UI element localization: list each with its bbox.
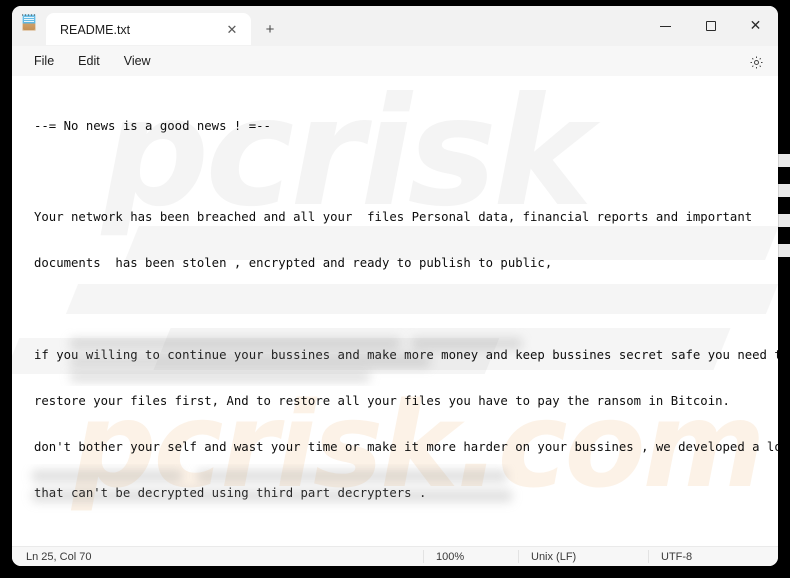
- document-text[interactable]: --= No news is a good news ! =-- Your ne…: [12, 76, 778, 546]
- text-editor-area[interactable]: pcrisk pcrisk.com --= No news is a good …: [12, 76, 778, 546]
- screenshot-root: README.txt ✕ + ✕ File Edit View pcrisk p…: [0, 0, 790, 578]
- doc-line: [34, 164, 768, 179]
- tab-readme[interactable]: README.txt ✕: [46, 13, 251, 46]
- status-zoom[interactable]: 100%: [423, 550, 518, 563]
- maximize-button[interactable]: [688, 6, 733, 46]
- close-window-button[interactable]: ✕: [733, 6, 778, 46]
- menu-file[interactable]: File: [22, 50, 66, 72]
- doc-line: [34, 302, 768, 317]
- status-bar: Ln 25, Col 70 100% Unix (LF) UTF-8: [12, 546, 778, 566]
- status-cursor-position: Ln 25, Col 70: [26, 550, 92, 563]
- new-tab-button[interactable]: +: [253, 13, 287, 46]
- doc-line: Your network has been breached and all y…: [34, 210, 753, 225]
- notepad-window: README.txt ✕ + ✕ File Edit View pcrisk p…: [12, 6, 778, 566]
- close-tab-icon[interactable]: ✕: [219, 18, 245, 42]
- doc-line: that can't be decrypted using third part…: [34, 485, 427, 500]
- doc-line: restore your files first, And to restore…: [34, 393, 730, 408]
- doc-line: documents has been stolen , encrypted an…: [34, 256, 553, 271]
- menu-bar: File Edit View: [12, 46, 778, 76]
- doc-line: --= No news is a good news ! =--: [34, 118, 271, 133]
- gear-icon[interactable]: [744, 50, 768, 74]
- status-line-ending[interactable]: Unix (LF): [518, 550, 648, 563]
- doc-line: [34, 532, 768, 546]
- window-controls: ✕: [643, 6, 778, 46]
- notepad-icon: [12, 6, 46, 46]
- menu-edit[interactable]: Edit: [66, 50, 112, 72]
- title-bar: README.txt ✕ + ✕: [12, 6, 778, 46]
- tab-title: README.txt: [60, 22, 131, 37]
- doc-line: if you willing to continue your bussines…: [34, 348, 778, 363]
- status-encoding[interactable]: UTF-8: [648, 550, 778, 563]
- doc-line: don't bother your self and wast your tim…: [34, 439, 778, 454]
- menu-view[interactable]: View: [112, 50, 163, 72]
- minimize-button[interactable]: [643, 6, 688, 46]
